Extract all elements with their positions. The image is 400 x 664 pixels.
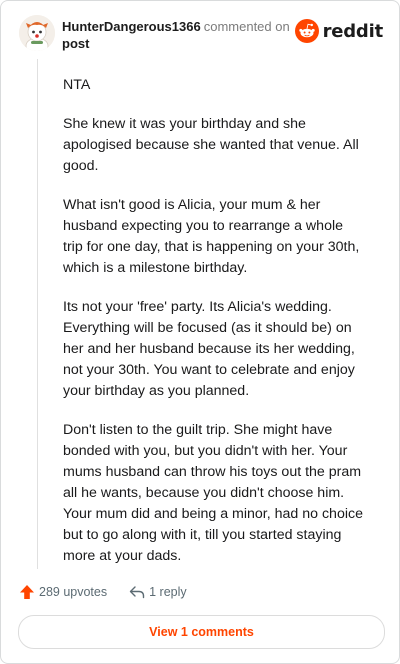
reply-arrow-icon bbox=[129, 586, 145, 599]
comment-paragraph: Its not your 'free' party. Its Alicia's … bbox=[63, 299, 355, 399]
comment-actions: 289 upvotes 1 reply bbox=[19, 582, 187, 602]
reddit-wordmark: reddit bbox=[322, 20, 384, 42]
post-link[interactable]: post bbox=[62, 35, 290, 52]
comment-paragraph: She knew it was your birthday and she ap… bbox=[63, 116, 359, 174]
reddit-logo-icon bbox=[294, 19, 319, 43]
user-avatar[interactable] bbox=[19, 15, 55, 51]
comment-paragraph: NTA bbox=[63, 77, 91, 93]
upvote-count: 289 upvotes bbox=[39, 585, 108, 599]
comment-card: HunterDangerous1366 commented on post red… bbox=[0, 0, 400, 664]
comment-meta: HunterDangerous1366 commented on post bbox=[62, 18, 290, 52]
view-comments-button[interactable]: View 1 comments bbox=[18, 615, 385, 649]
thread-line[interactable] bbox=[37, 59, 38, 569]
commented-on-text: commented on bbox=[203, 19, 290, 34]
reddit-brand[interactable]: reddit bbox=[294, 19, 384, 43]
reply-button[interactable]: 1 reply bbox=[129, 585, 187, 599]
avatar-character-icon bbox=[19, 15, 55, 51]
upvote-button[interactable]: 289 upvotes bbox=[19, 584, 107, 600]
upvote-arrow-icon bbox=[20, 585, 34, 599]
comment-paragraph: What isn't good is Alicia, your mum & he… bbox=[63, 197, 360, 276]
username-link[interactable]: HunterDangerous1366 bbox=[62, 19, 201, 34]
reply-count: 1 reply bbox=[149, 585, 187, 599]
comment-body: NTA She knew it was your birthday and sh… bbox=[63, 75, 363, 585]
comment-header: HunterDangerous1366 commented on post red… bbox=[19, 15, 385, 55]
comment-paragraph: Don't listen to the guilt trip. She migh… bbox=[63, 422, 363, 564]
